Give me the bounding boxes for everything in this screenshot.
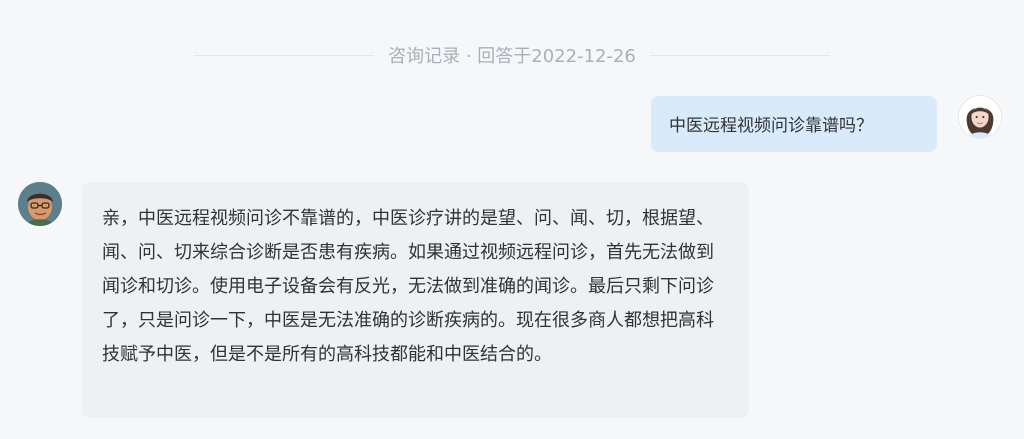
header-divider-right [649, 54, 830, 56]
header-divider-left [194, 54, 375, 56]
user-avatar[interactable] [958, 95, 1002, 139]
user-question-bubble: 中医远程视频问诊靠谱吗？ [651, 96, 937, 152]
consultation-record-title: 咨询记录 · 回答于2022-12-26 [388, 46, 636, 67]
consultation-header: 咨询记录 · 回答于2022-12-26 [0, 38, 1024, 72]
doctor-avatar[interactable] [18, 182, 62, 226]
doctor-avatar-icon [18, 182, 62, 226]
doctor-answer-bubble: 亲，中医远程视频问诊不靠谱的，中医诊疗讲的是望、问、闻、切，根据望、闻、问、切来… [82, 182, 749, 418]
user-avatar-icon [959, 96, 1001, 138]
consultation-page: 咨询记录 · 回答于2022-12-26 中医远程视频问诊靠谱吗？ 亲，中医远程 [0, 0, 1024, 439]
